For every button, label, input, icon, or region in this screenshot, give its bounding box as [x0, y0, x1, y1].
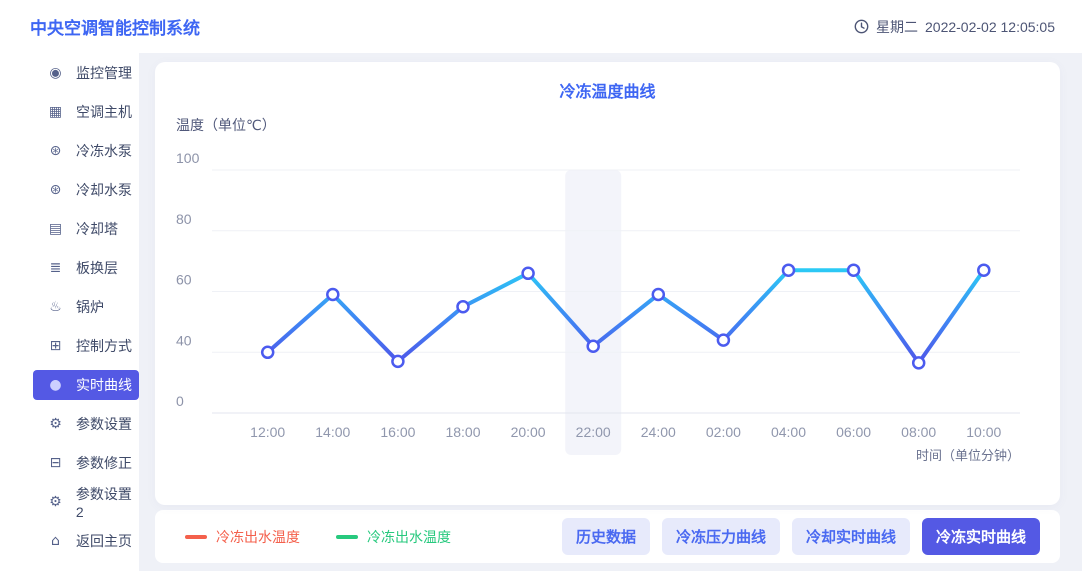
- sidebar-item-label: 实时曲线: [76, 375, 132, 395]
- sidebar-item-label: 控制方式: [76, 336, 132, 356]
- data-point-marker[interactable]: [392, 356, 403, 367]
- x-tick-label: 22:00: [576, 424, 611, 440]
- form-icon: ⊟: [47, 455, 64, 471]
- data-point-marker[interactable]: [523, 268, 534, 279]
- sidebar-item-parameter-settings-2[interactable]: ⚙ 参数设置2: [33, 487, 139, 517]
- data-point-marker[interactable]: [848, 265, 859, 276]
- sidebar-item-label: 板换层: [76, 258, 118, 278]
- main-area: 冷冻温度曲线 温度（单位℃）040608010012:0014:0016:001…: [139, 53, 1082, 571]
- home-icon: ⌂: [47, 533, 64, 549]
- boiler-icon: ♨: [47, 299, 64, 315]
- button-history-data[interactable]: 历史数据: [562, 518, 650, 555]
- x-tick-label: 12:00: [250, 424, 285, 440]
- header: 中央空调智能控制系统 星期二 2022-02-02 12:05:05: [0, 0, 1082, 53]
- x-tick-label: 20:00: [511, 424, 546, 440]
- y-axis-title: 温度（单位℃）: [176, 117, 276, 133]
- sidebar-item-cooling-tower[interactable]: ▤ 冷却塔: [33, 214, 139, 244]
- content-area: ◉ 监控管理 ▦ 空调主机 ⊛ 冷冻水泵 ⊛ 冷却水泵 ▤ 冷却塔 ≣ 板换层 ♨ 锅炉 ⊞ 控制方式 ● 实时曲…: [0, 53, 1082, 571]
- webcam-icon: ◉: [47, 65, 64, 81]
- action-buttons: 历史数据冷冻压力曲线冷却实时曲线冷冻实时曲线: [562, 518, 1040, 555]
- legend-label: 冷冻出水温度: [216, 527, 300, 547]
- sidebar-item-label: 监控管理: [76, 63, 132, 83]
- sidebar-item-chilled-water-pump[interactable]: ⊛ 冷冻水泵: [33, 136, 139, 166]
- cooling-tower-icon: ▤: [47, 221, 64, 237]
- legend-item[interactable]: 冷冻出水温度: [185, 527, 300, 547]
- gear-icon: ⚙: [47, 416, 64, 432]
- sidebar-item-label: 参数设置: [76, 414, 132, 434]
- x-tick-label: 04:00: [771, 424, 806, 440]
- y-tick-label: 60: [176, 272, 192, 288]
- dot-icon: ●: [47, 377, 64, 393]
- pump-icon: ⊛: [47, 182, 64, 198]
- sidebar-item-back-home[interactable]: ⌂ 返回主页: [33, 526, 139, 556]
- sidebar-item-label: 冷冻水泵: [76, 141, 132, 161]
- sidebar-item-plate-exchange-layer[interactable]: ≣ 板换层: [33, 253, 139, 283]
- x-tick-label: 02:00: [706, 424, 741, 440]
- datetime-label: 2022-02-02 12:05:05: [925, 19, 1055, 35]
- sidebar-item-label: 返回主页: [76, 531, 132, 551]
- data-point-marker[interactable]: [783, 265, 794, 276]
- sidebar-item-control-mode[interactable]: ⊞ 控制方式: [33, 331, 139, 361]
- sidebar-item-label: 锅炉: [76, 297, 104, 317]
- data-point-marker[interactable]: [327, 289, 338, 300]
- y-tick-label: 80: [176, 211, 192, 227]
- app-root: 中央空调智能控制系统 星期二 2022-02-02 12:05:05 ◉ 监控管理…: [0, 0, 1082, 571]
- clock-icon: [854, 19, 869, 34]
- legend-label: 冷冻出水温度: [367, 527, 451, 547]
- y-tick-label: 40: [176, 332, 192, 348]
- button-freeze-pressure-curve[interactable]: 冷冻压力曲线: [662, 518, 780, 555]
- sidebar-item-monitoring-management[interactable]: ◉ 监控管理: [33, 58, 139, 88]
- button-freeze-realtime-curve[interactable]: 冷冻实时曲线: [922, 518, 1040, 555]
- sidebar-item-label: 参数设置2: [76, 484, 139, 520]
- x-tick-label: 10:00: [966, 424, 1001, 440]
- sidebar-item-ac-main-unit[interactable]: ▦ 空调主机: [33, 97, 139, 127]
- data-point-marker[interactable]: [978, 265, 989, 276]
- sidebar-item-cooling-water-pump[interactable]: ⊛ 冷却水泵: [33, 175, 139, 205]
- x-tick-label: 14:00: [315, 424, 350, 440]
- y-tick-label: 100: [176, 150, 200, 166]
- data-point-marker[interactable]: [458, 301, 469, 312]
- data-point-marker[interactable]: [653, 289, 664, 300]
- sidebar-item-parameter-settings[interactable]: ⚙ 参数设置: [33, 409, 139, 439]
- chart-card: 冷冻温度曲线 温度（单位℃）040608010012:0014:0016:001…: [155, 62, 1060, 505]
- app-title: 中央空调智能控制系统: [30, 14, 200, 39]
- pump-icon: ⊛: [47, 143, 64, 159]
- ac-host-icon: ▦: [47, 104, 64, 120]
- data-point-marker[interactable]: [718, 335, 729, 346]
- button-cooling-realtime-curve[interactable]: 冷却实时曲线: [792, 518, 910, 555]
- sidebar-item-label: 冷却塔: [76, 219, 118, 239]
- x-tick-label: 08:00: [901, 424, 936, 440]
- layers-icon: ≣: [47, 260, 64, 276]
- sidebar: ◉ 监控管理 ▦ 空调主机 ⊛ 冷冻水泵 ⊛ 冷却水泵 ▤ 冷却塔 ≣ 板换层 ♨ 锅炉 ⊞ 控制方式 ● 实时曲…: [0, 53, 139, 571]
- weekday-label: 星期二: [876, 17, 918, 37]
- temperature-line-chart[interactable]: 温度（单位℃） 0 40 60 80 100 12:00 14:00 16:00 18:00 20:…: [155, 62, 1060, 505]
- data-point-marker[interactable]: [262, 347, 273, 358]
- sidebar-item-realtime-curve[interactable]: ● 实时曲线: [33, 370, 139, 400]
- temperature-line: [268, 270, 984, 363]
- sidebar-item-label: 参数修正: [76, 453, 132, 473]
- data-point-marker[interactable]: [588, 341, 599, 352]
- sidebar-item-parameter-correction[interactable]: ⊟ 参数修正: [33, 448, 139, 478]
- gear-icon: ⚙: [47, 494, 64, 510]
- x-axis-title: 时间（单位分钟）: [916, 448, 1020, 463]
- footer-bar: 冷冻出水温度 冷冻出水温度 历史数据冷冻压力曲线冷却实时曲线冷冻实时曲线: [155, 510, 1060, 563]
- y-tick-label: 0: [176, 393, 184, 409]
- hover-band: [565, 170, 621, 455]
- chart-legend: 冷冻出水温度 冷冻出水温度: [185, 527, 451, 547]
- x-tick-label: 18:00: [445, 424, 480, 440]
- grid-icon: ⊞: [47, 338, 64, 354]
- sidebar-item-boiler[interactable]: ♨ 锅炉: [33, 292, 139, 322]
- header-datetime: 星期二 2022-02-02 12:05:05: [854, 17, 1055, 37]
- x-tick-label: 06:00: [836, 424, 871, 440]
- data-point-marker[interactable]: [913, 357, 924, 368]
- legend-dash-icon: [336, 535, 358, 539]
- legend-dash-icon: [185, 535, 207, 539]
- x-tick-label: 24:00: [641, 424, 676, 440]
- sidebar-item-label: 冷却水泵: [76, 180, 132, 200]
- x-tick-label: 16:00: [380, 424, 415, 440]
- sidebar-item-label: 空调主机: [76, 102, 132, 122]
- legend-item[interactable]: 冷冻出水温度: [336, 527, 451, 547]
